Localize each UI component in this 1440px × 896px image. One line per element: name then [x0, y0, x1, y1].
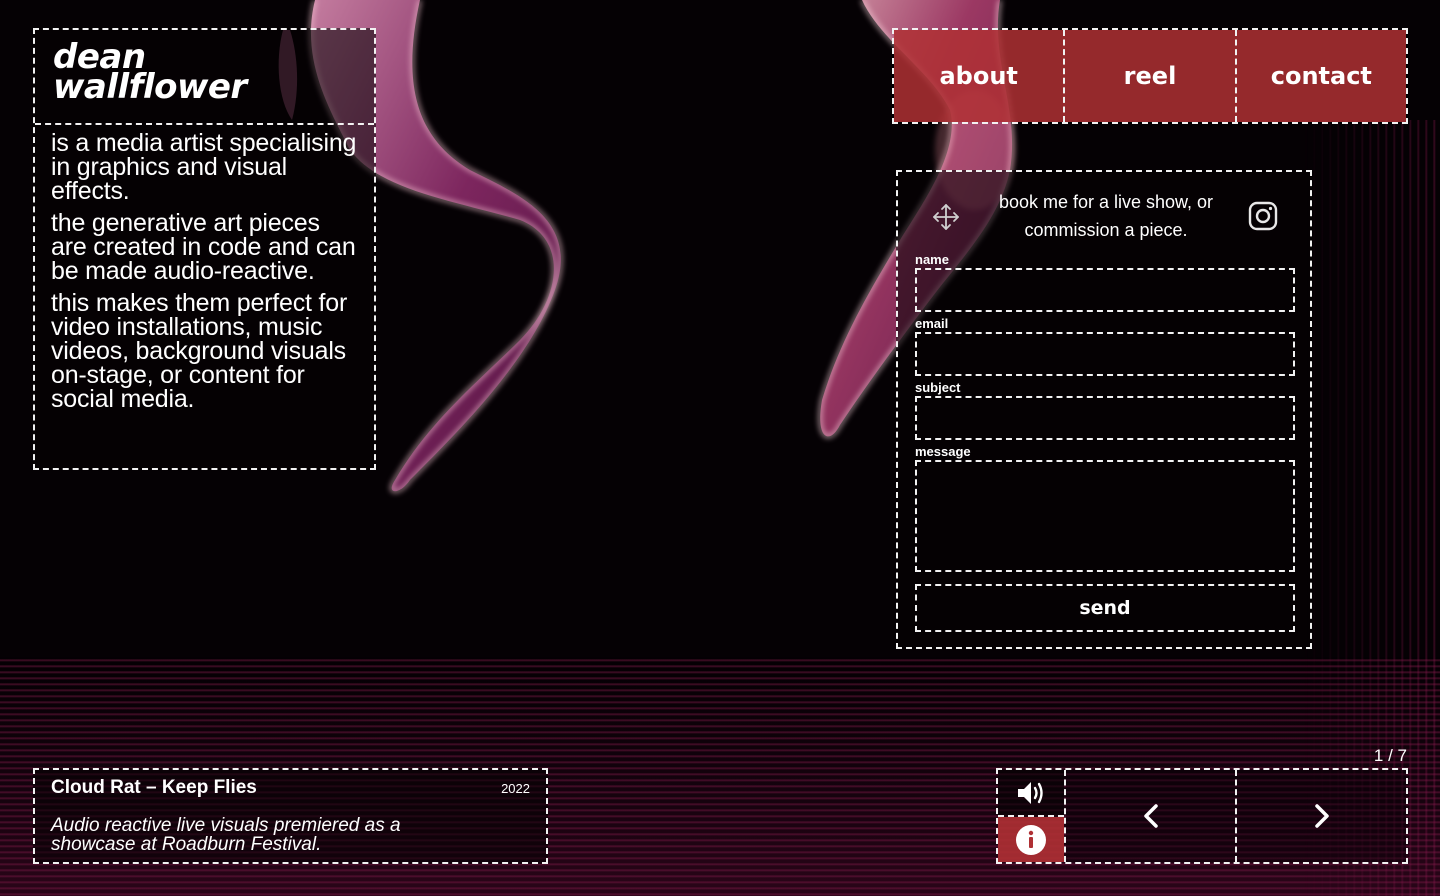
media-controls	[998, 770, 1066, 862]
nav-about[interactable]: about	[894, 30, 1064, 122]
contact-tagline: book me for a live show, or commission a…	[998, 192, 1214, 240]
work-title: Cloud Rat – Keep Flies	[51, 777, 257, 798]
intro-text: is a media artist specialising in graphi…	[35, 125, 374, 413]
next-slide-button[interactable]	[1235, 770, 1406, 862]
intro-panel: dean wallflower is a media artist specia…	[33, 28, 376, 470]
info-button[interactable]	[998, 817, 1064, 862]
message-field[interactable]	[915, 460, 1295, 572]
work-year: 2022	[501, 781, 530, 796]
intro-paragraph: this makes them perfect for video instal…	[51, 289, 348, 413]
slide-counter: 1 / 7	[1373, 746, 1407, 765]
artist-name-last: wallflower	[53, 67, 247, 107]
nav-contact[interactable]: contact	[1234, 30, 1406, 122]
contact-form: book me for a live show, or commission a…	[896, 170, 1312, 649]
slideshow-controls	[996, 768, 1408, 864]
work-description: Audio reactive live visuals premiered as…	[51, 815, 401, 855]
email-field[interactable]	[915, 332, 1295, 376]
sound-toggle-button[interactable]	[998, 770, 1064, 817]
subject-field[interactable]	[915, 396, 1295, 440]
email-label: email	[915, 316, 949, 331]
nav-reel[interactable]: reel	[1063, 30, 1235, 122]
intro-paragraph: the generative art pieces are created in…	[51, 209, 356, 285]
contact-form-header: book me for a live show, or commission a…	[898, 172, 1310, 252]
info-icon	[1016, 824, 1046, 855]
chevron-right-icon	[1314, 804, 1329, 828]
message-label: message	[915, 444, 971, 459]
send-button[interactable]: send	[915, 584, 1295, 632]
artist-name: dean wallflower	[35, 30, 374, 125]
name-label: name	[915, 252, 949, 267]
instagram-icon[interactable]	[1247, 200, 1279, 232]
subject-label: subject	[915, 380, 961, 395]
work-caption: Cloud Rat – Keep Flies 2022 Audio reacti…	[33, 768, 548, 864]
volume-icon	[1018, 781, 1043, 804]
name-field[interactable]	[915, 268, 1295, 312]
intro-paragraph: is a media artist specialising in graphi…	[51, 129, 357, 205]
chevron-left-icon	[1143, 804, 1158, 828]
previous-slide-button[interactable]	[1066, 770, 1235, 862]
main-nav: about reel contact	[892, 28, 1408, 124]
move-icon[interactable]	[931, 202, 961, 232]
